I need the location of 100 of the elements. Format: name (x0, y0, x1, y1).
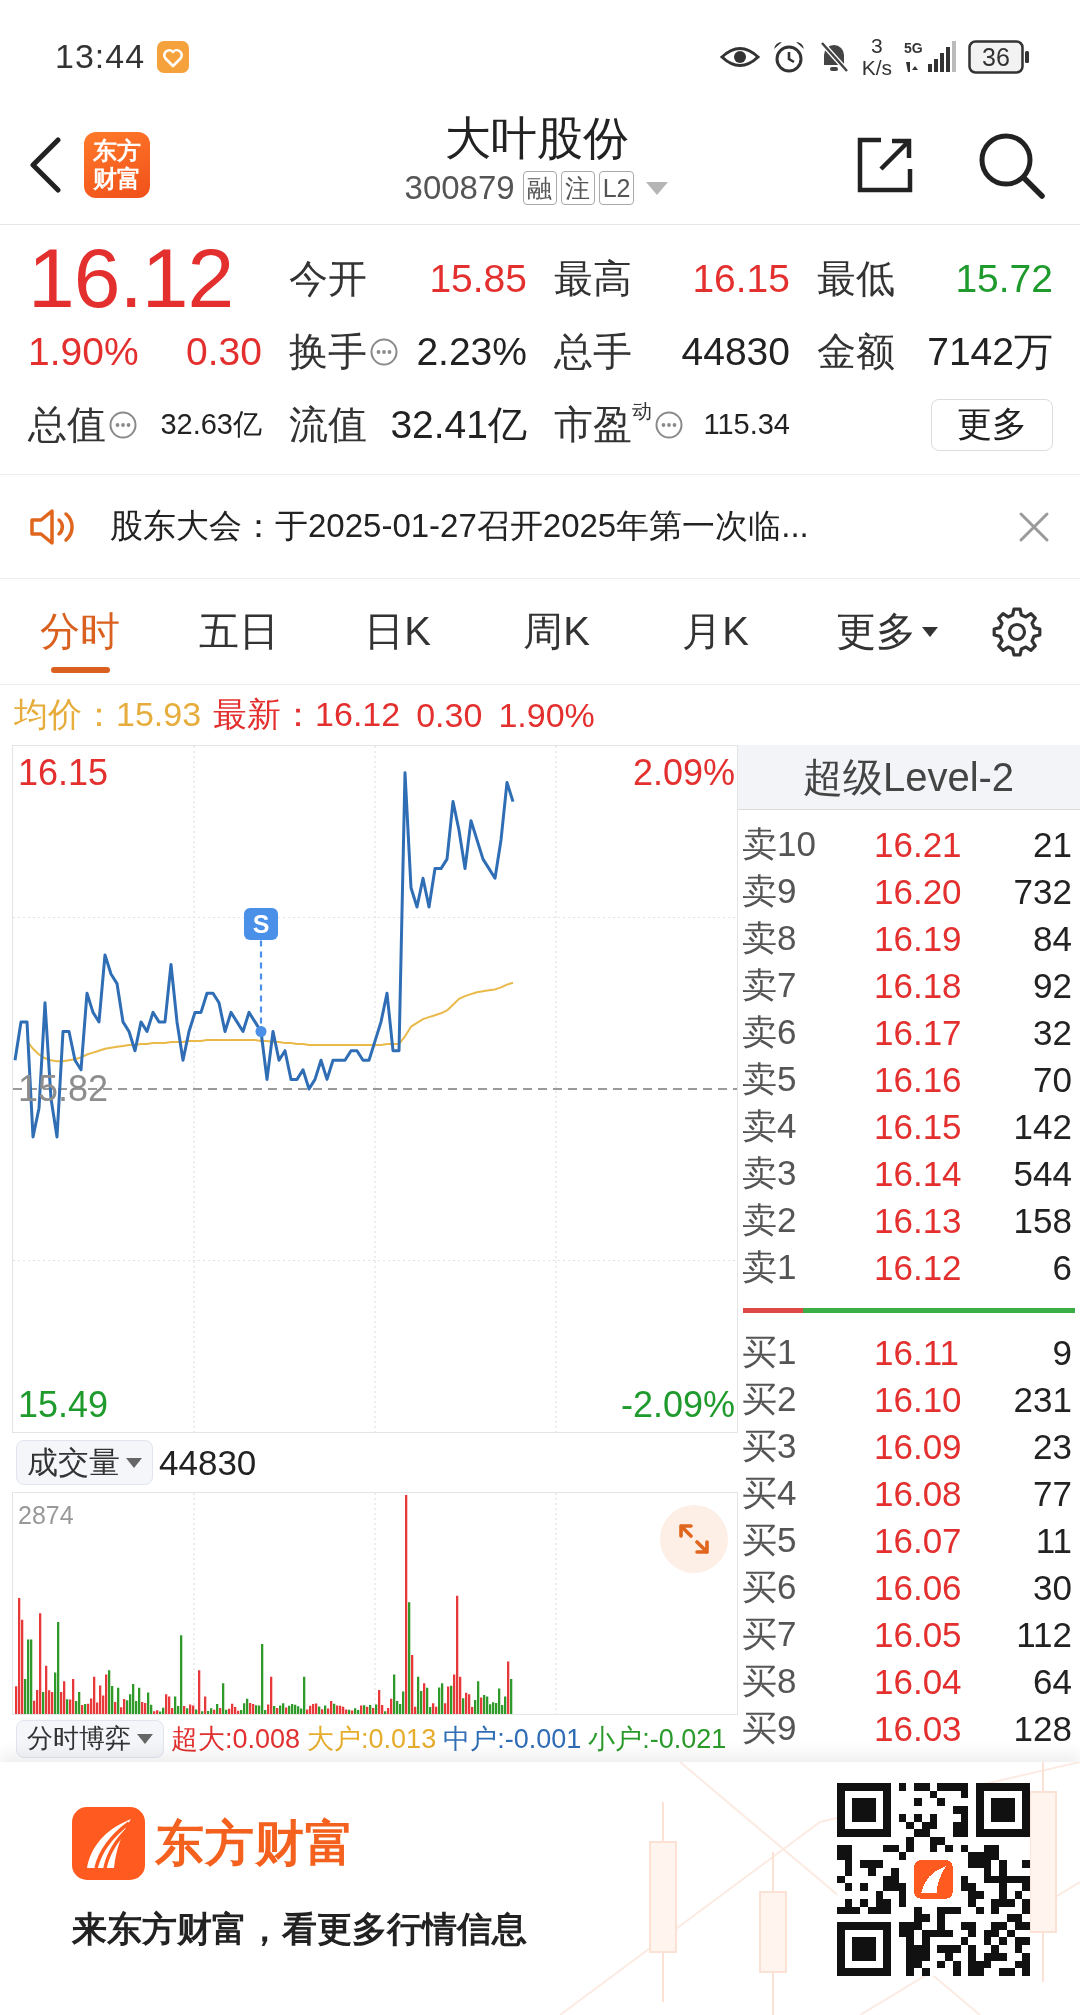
chart-tab[interactable]: 分时 (0, 579, 159, 684)
stock-code: 300879 (404, 169, 515, 207)
chart-tab[interactable]: 周K (477, 579, 636, 684)
order-level-label: 卖5 (742, 1058, 798, 1100)
ellipsis-circle-icon[interactable] (370, 337, 398, 366)
stat-label: 最低 (817, 255, 895, 302)
order-level-label: 卖6 (742, 1011, 798, 1053)
order-price: 16.07 (873, 1520, 963, 1561)
order-level-label: 买9 (742, 1707, 798, 1749)
stock-tag: L2 (598, 171, 635, 205)
stat-label: 流值 (289, 401, 367, 448)
order-level-label: 卖4 (742, 1105, 798, 1147)
order-price: 16.19 (873, 918, 963, 959)
stat-value: 7142万 (927, 328, 1053, 375)
network-speed-unit: K/s (861, 56, 892, 79)
stock-tag: 融 (522, 171, 557, 205)
price-axis-label: 16.15 (18, 752, 109, 793)
ellipsis-circle-icon[interactable] (655, 410, 683, 439)
order-volume: 70 (1032, 1059, 1072, 1100)
order-price: 16.15 (873, 1106, 963, 1147)
order-level-label: 卖8 (742, 917, 798, 959)
order-volume: 30 (1032, 1567, 1072, 1608)
indicator-selector[interactable]: 成交量 (16, 1440, 153, 1485)
order-price: 16.03 (873, 1708, 963, 1749)
order-price: 16.06 (873, 1567, 963, 1608)
fund-flow-value: 中户:-0.001 (443, 1722, 582, 1756)
order-level-label: 买3 (742, 1425, 798, 1467)
fund-flow-value: 超大:0.008 (171, 1722, 301, 1756)
chart-tab[interactable]: 更多 (795, 579, 979, 684)
order-level-label: 买5 (742, 1519, 798, 1561)
stat-label: 最高 (554, 255, 632, 302)
stat-value: 16.15 (692, 256, 790, 301)
order-volume: 128 (1012, 1708, 1072, 1749)
percent-axis-label: 2.09% (632, 753, 735, 794)
order-volume: 84 (1032, 918, 1072, 959)
change-amount: 0.30 (186, 329, 262, 374)
stock-tag: 注 (560, 171, 595, 205)
order-level-label: 买6 (742, 1566, 798, 1608)
price-axis-label: 15.49 (18, 1385, 109, 1426)
order-volume: 21 (1032, 824, 1072, 865)
stat-label: 换手 (289, 328, 367, 375)
status-time: 13:44 (55, 37, 146, 76)
announcement-text[interactable]: 股东大会：于2025-01-27召开2025年第一次临... (110, 504, 809, 549)
order-level-label: 卖9 (742, 870, 798, 912)
order-volume: 112 (1015, 1614, 1072, 1655)
stat-value: 115.34 (703, 408, 790, 441)
price-summary-text: 0.30 (416, 695, 483, 735)
chart-tab[interactable]: 月K (636, 579, 795, 684)
price-summary-text: 最新：16.12 (213, 694, 401, 735)
order-level-label: 买4 (742, 1472, 798, 1514)
last-price: 16.12 (28, 242, 235, 315)
level2-panel-title: 超级Level-2 (737, 745, 1080, 810)
order-level-label: 买1 (742, 1331, 798, 1373)
stat-value: 32.63亿 (160, 406, 262, 442)
chart-tab[interactable]: 五日 (159, 579, 318, 684)
stat-value: 44830 (681, 329, 790, 374)
cellular-signal-indicator: 5G (904, 39, 956, 74)
indicator-selector[interactable]: 分时博弈 (16, 1719, 164, 1758)
change-percent: 1.90% (28, 329, 139, 374)
order-price: 16.18 (873, 965, 963, 1006)
ellipsis-circle-icon[interactable] (109, 410, 137, 439)
stat-value: 2.23% (416, 329, 527, 374)
battery-indicator: 36 (968, 39, 1030, 74)
settings-icon[interactable] (991, 605, 1043, 658)
order-price: 16.10 (873, 1379, 963, 1420)
more-button[interactable]: 更多 (931, 398, 1053, 451)
fund-flow-value: 小户:-0.021 (588, 1722, 727, 1756)
order-price: 16.04 (873, 1661, 963, 1702)
order-level-label: 买7 (742, 1613, 798, 1655)
caret-icon (137, 1733, 153, 1744)
chart-tab[interactable]: 日K (318, 579, 477, 684)
order-price: 16.14 (873, 1153, 963, 1194)
order-volume: 77 (1032, 1473, 1072, 1514)
stat-label: 金额 (817, 328, 895, 375)
order-price: 16.17 (873, 1012, 963, 1053)
heart-badge-icon (157, 40, 190, 73)
order-price: 16.21 (873, 824, 963, 865)
order-price: 16.20 (873, 871, 963, 912)
back-icon[interactable] (28, 136, 62, 193)
price-summary-text: 1.90% (498, 695, 595, 735)
volume-total: 44830 (159, 1442, 257, 1483)
stat-label: 总手 (554, 328, 632, 375)
percent-axis-label: -2.09% (620, 1384, 735, 1425)
stat-value: 32.41亿 (390, 401, 527, 448)
network-speed-value: 3 (871, 34, 883, 57)
order-level-label: 买8 (742, 1660, 798, 1702)
order-volume: 32 (1032, 1012, 1072, 1053)
expand-icon[interactable] (660, 1505, 728, 1573)
qr-code-icon (837, 1783, 1030, 1976)
stat-label: 今开 (289, 255, 367, 302)
order-price: 16.05 (873, 1614, 963, 1655)
alarm-clock-icon (771, 39, 806, 74)
stat-value: 15.72 (955, 256, 1053, 301)
close-icon[interactable] (1018, 510, 1050, 543)
order-price: 16.12 (873, 1247, 963, 1288)
banner-slogan: 来东方财富，看更多行情信息 (72, 1908, 527, 1950)
order-volume: 158 (1012, 1200, 1072, 1241)
caret-icon[interactable] (646, 181, 669, 195)
caret-icon (922, 626, 938, 637)
order-price: 16.16 (873, 1059, 963, 1100)
